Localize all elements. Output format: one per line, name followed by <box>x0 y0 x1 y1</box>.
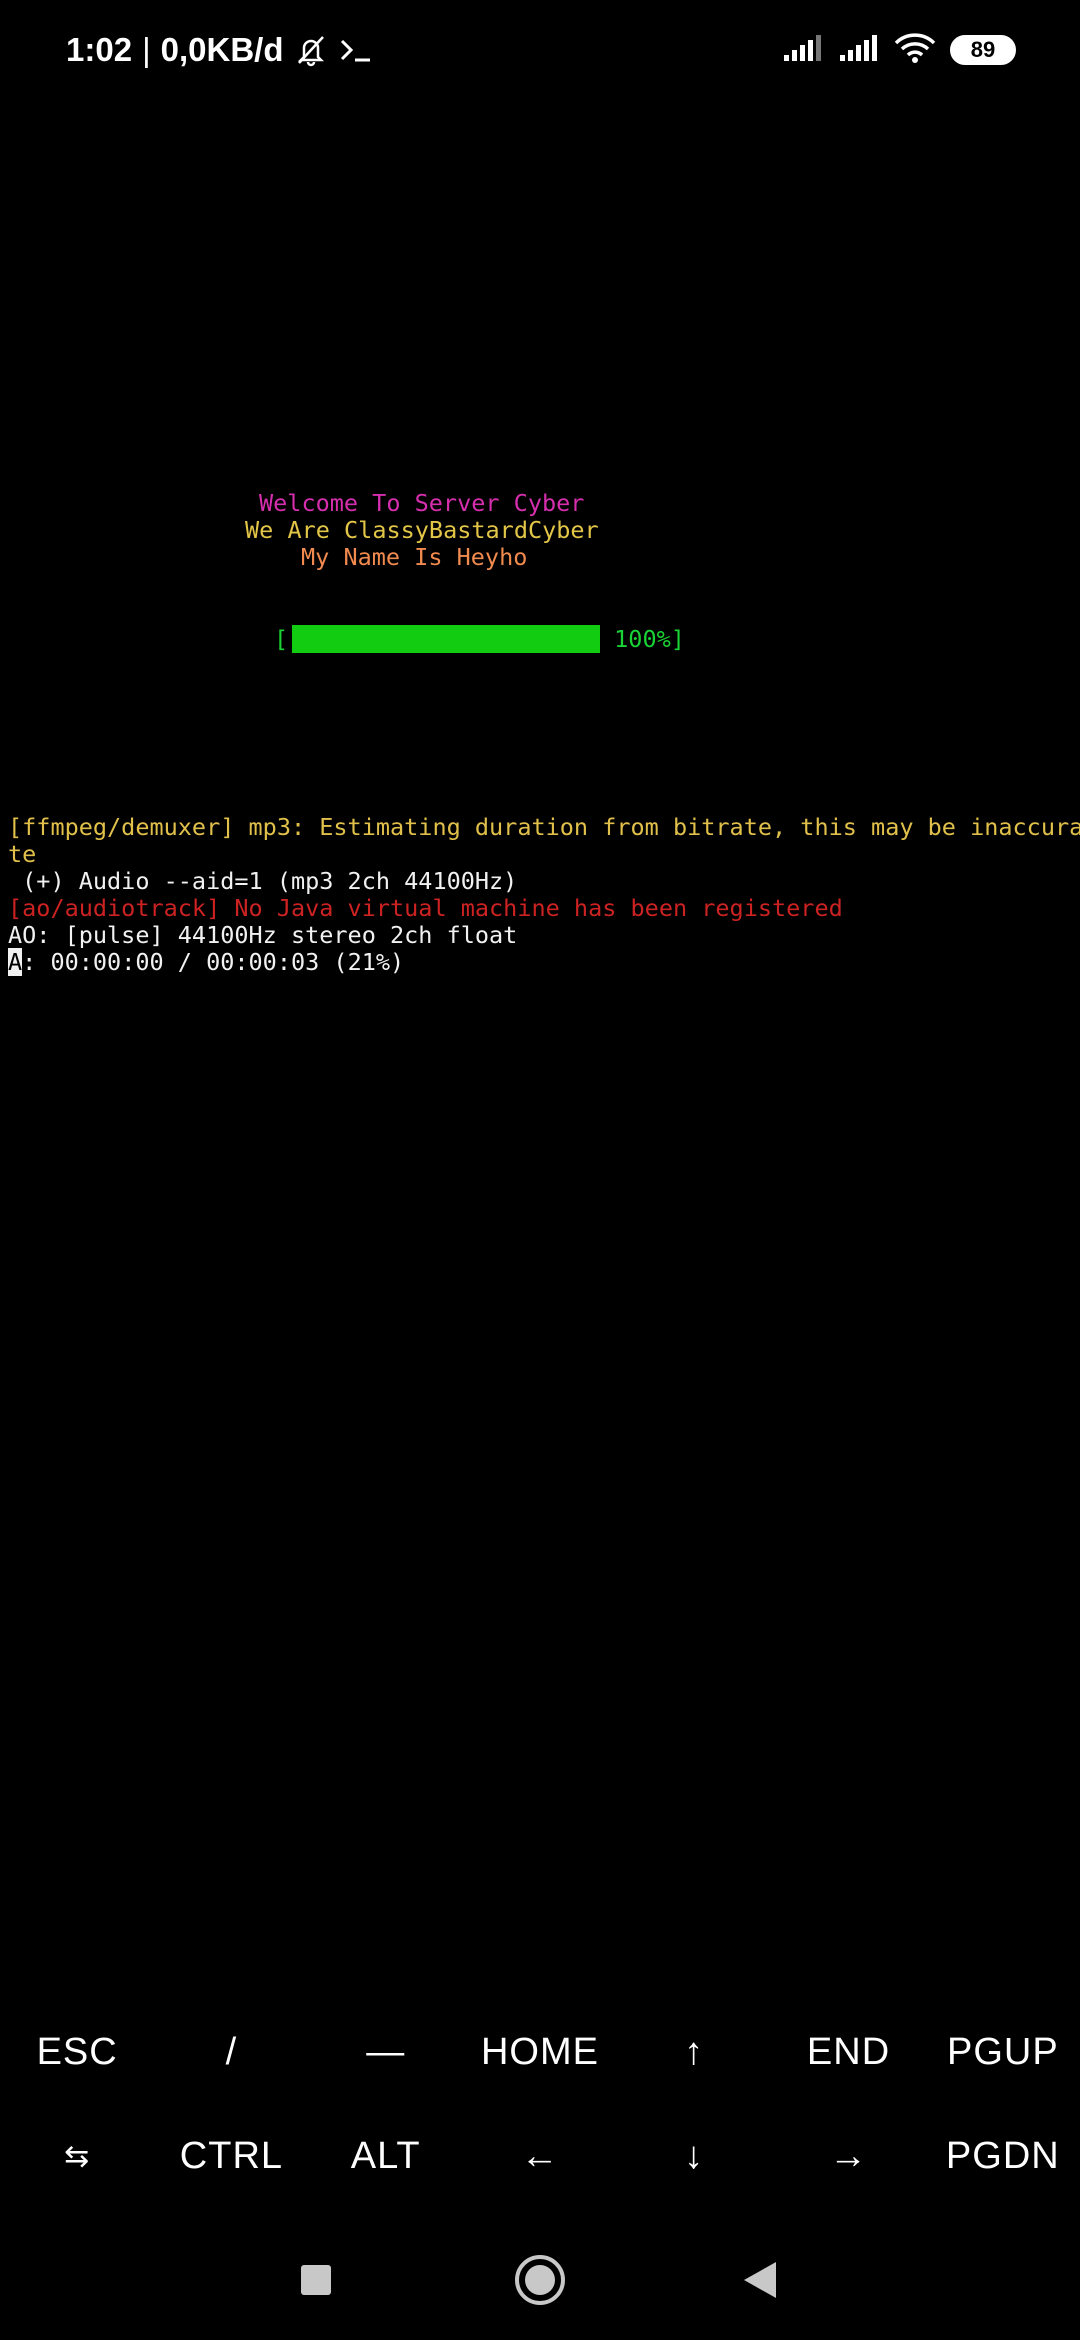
key-slash[interactable]: / <box>154 2000 308 2104</box>
terminal-cursor: A <box>8 948 23 976</box>
status-time: 1:02 <box>66 31 133 68</box>
status-left: 1:02 | 0,0KB/d <box>66 28 374 72</box>
home-icon[interactable] <box>510 2250 570 2310</box>
extra-keys-bar: ESC / — HOME ↑ END PGUP ⇆ CTRL ALT ← ↓ →… <box>0 2000 1080 2210</box>
key-alt[interactable]: ALT <box>309 2104 463 2208</box>
key-down-arrow[interactable]: ↓ <box>617 2104 771 2208</box>
status-right: 89 <box>782 28 1016 72</box>
battery-level: 89 <box>970 37 996 62</box>
key-end[interactable]: END <box>771 2000 925 2104</box>
key-right-arrow[interactable]: → <box>771 2104 925 2208</box>
key-home[interactable]: HOME <box>463 2000 617 2104</box>
extra-keys-row-2: ⇆ CTRL ALT ← ↓ → PGDN <box>0 2104 1080 2208</box>
log-warning-line: [ffmpeg/demuxer] mp3: Estimating duratio… <box>8 813 1080 841</box>
banner-line-welcome: Welcome To Server Cyber <box>259 489 585 517</box>
loading-progress: [ 100%] <box>274 624 685 654</box>
signal-icon <box>782 33 824 68</box>
key-pgdn[interactable]: PGDN <box>926 2104 1080 2208</box>
banner-line-team: We Are ClassyBastardCyber <box>245 516 599 544</box>
banner-line-name: My Name Is Heyho <box>301 543 528 571</box>
progress-fill <box>292 625 601 653</box>
progress-open-bracket: [ <box>274 625 289 653</box>
signal-icon <box>838 33 880 68</box>
status-separator: | <box>142 31 151 68</box>
status-bar: 1:02 | 0,0KB/d 89 <box>0 0 1080 100</box>
terminal-prompt-icon <box>338 35 374 65</box>
progress-bar <box>292 625 601 653</box>
progress-percent: 100%] <box>614 625 685 653</box>
log-audio-line: (+) Audio --aid=1 (mp3 2ch 44100Hz) <box>8 867 518 895</box>
navigation-bar <box>0 2220 1080 2340</box>
log-ao-line: AO: [pulse] 44100Hz stereo 2ch float <box>8 921 518 949</box>
playback-time: : 00:00:00 / 00:00:03 (21%) <box>22 948 405 976</box>
log-warning-line-wrap: te <box>8 840 37 868</box>
key-up-arrow[interactable]: ↑ <box>617 2000 771 2104</box>
wifi-icon <box>894 32 936 69</box>
back-icon[interactable] <box>730 2250 790 2310</box>
key-tab[interactable]: ⇆ <box>0 2104 154 2208</box>
extra-keys-row-1: ESC / — HOME ↑ END PGUP <box>0 2000 1080 2104</box>
key-esc[interactable]: ESC <box>0 2000 154 2104</box>
log-error-line: [ao/audiotrack] No Java virtual machine … <box>8 894 843 922</box>
key-left-arrow[interactable]: ← <box>463 2104 617 2208</box>
log-playback-status[interactable]: A: 00:00:00 / 00:00:03 (21%) <box>8 948 405 976</box>
key-dash[interactable]: — <box>309 2000 463 2104</box>
key-ctrl[interactable]: CTRL <box>154 2104 308 2208</box>
network-speed: 0,0KB/d <box>160 31 284 68</box>
battery-icon: 89 <box>950 35 1016 65</box>
mute-bell-icon <box>294 33 328 67</box>
recent-apps-icon[interactable] <box>286 2250 346 2310</box>
key-pgup[interactable]: PGUP <box>926 2000 1080 2104</box>
